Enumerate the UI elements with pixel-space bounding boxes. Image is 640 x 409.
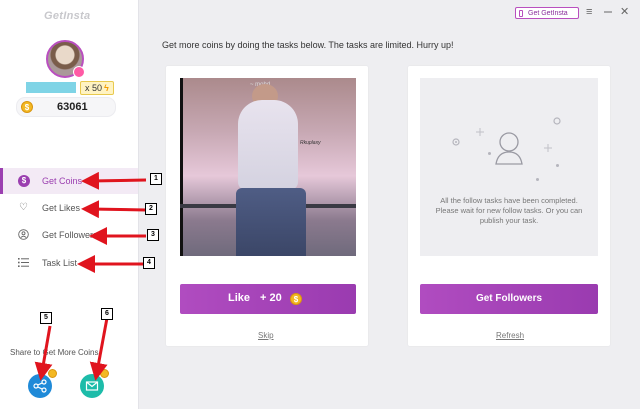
arrow-5 xyxy=(34,325,53,381)
annotation-number: 1 xyxy=(150,173,162,185)
annotation-number: 3 xyxy=(147,229,159,241)
annotation-number: 2 xyxy=(145,203,157,215)
annotation-arrows xyxy=(34,171,147,381)
annotation-number: 5 xyxy=(40,312,52,324)
annotation-number: 6 xyxy=(101,308,113,320)
arrow-6 xyxy=(89,317,109,381)
arrow-2 xyxy=(81,200,147,219)
annotation-number: 4 xyxy=(143,257,155,269)
arrow-1 xyxy=(81,171,147,190)
